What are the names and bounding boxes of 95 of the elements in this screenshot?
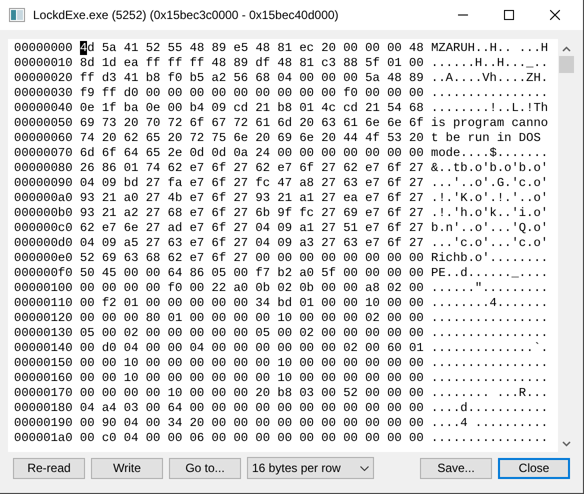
ascii-text: b.n'..o'...'Q.o'	[431, 221, 548, 236]
ascii-text: ....4 ..........	[431, 416, 548, 431]
app-icon	[9, 8, 25, 22]
bytes-per-row-dropdown[interactable]: 16 bytes per row	[247, 457, 374, 479]
ascii-text: t be run in DOS	[431, 131, 542, 146]
offset-text: 00000180	[14, 401, 73, 416]
hex-bytes: 00 00 00 80 01 00 00 00 00 10 00 00 00 02 00 00	[80, 311, 424, 326]
ascii-text: ...'c.o'...'c.o'	[431, 236, 548, 251]
ascii-text: ................	[431, 86, 548, 101]
hex-bytes: 69 73 20 70 72 6f 67 72 61 6d 20 63 61 6e 6e 6f	[80, 116, 424, 131]
dialog-button[interactable]: Close	[498, 458, 570, 478]
scroll-up-icon[interactable]	[562, 46, 571, 52]
hex-bytes: 04 09 a5 27 63 e7 6f 27 04 09 a3 27 63 e7 6f 27	[80, 236, 424, 251]
offset-text: 00000060	[14, 131, 73, 146]
hex-bytes: 04 09 bd 27 fa e7 6f 27 fc 47 a8 27 63 e7 6f 27	[80, 176, 424, 191]
offset-text: 00000110	[14, 296, 73, 311]
hex-bytes: 00 00 10 00 00 00 00 00 00 10 00 00 00 00 00 00	[80, 371, 424, 386]
ascii-text: ................	[431, 311, 548, 326]
dialog-button[interactable]: Save...	[420, 458, 492, 478]
hex-bytes: 00 d0 04 00 00 04 00 00 00 00 00 00 02 00 60 01	[80, 341, 424, 356]
hex-bytes: 62 e7 6e 27 ad e7 6f 27 04 09 a1 27 51 e7 6f 27	[80, 221, 424, 236]
offset-text: 00000140	[14, 341, 73, 356]
hex-bytes: 00 00 00 00 f0 00 22 a0 0b 02 0b 00 00 a8 02 00	[80, 281, 424, 296]
offset-text: 00000160	[14, 371, 73, 386]
hex-bytes: f9 ff d0 00 00 00 00 00 00 00 00 00 f0 00 00 00	[80, 86, 424, 101]
ascii-text: is program canno	[431, 116, 548, 131]
offset-text: 000000e0	[14, 251, 73, 266]
ascii-text: ..............`.	[431, 341, 548, 356]
offset-text: 00000090	[14, 176, 73, 191]
offset-text: 00000100	[14, 281, 73, 296]
maximize-icon[interactable]	[504, 10, 514, 20]
hex-bytes: 00 00 10 00 00 00 00 00 00 10 00 00 00 00 00 00	[80, 356, 424, 371]
toolbar-button[interactable]: Go to...	[169, 458, 241, 478]
offset-text: 00000030	[14, 86, 73, 101]
ascii-text: ................	[431, 326, 548, 341]
hex-bytes: 26 86 01 74 62 e7 6f 27 62 e7 6f 27 62 e7 6f 27	[80, 161, 424, 176]
ascii-text: ......".........	[431, 281, 548, 296]
offset-text: 00000150	[14, 356, 73, 371]
hex-bytes: 05 00 02 00 00 00 00 00 05 00 02 00 00 00 00 00	[80, 326, 424, 341]
hex-bytes: 04 a4 03 00 64 00 00 00 00 00 00 00 00 00 00 00	[80, 401, 424, 416]
scroll-down-icon[interactable]	[562, 441, 571, 447]
offset-text: 00000010	[14, 56, 73, 71]
hex-bytes: 00 00 00 00 10 00 00 00 20 b8 03 00 52 00 00 00	[80, 386, 424, 401]
ascii-text: &..tb.o'b.o'b.o'	[431, 161, 548, 176]
offset-text: 00000040	[14, 101, 73, 116]
ascii-text: PE..d......_....	[431, 266, 548, 281]
offset-text: 00000170	[14, 386, 73, 401]
hex-bytes: 00 c0 04 00 00 06 00 00 00 00 00 00 00 00 00 00	[80, 431, 424, 446]
ascii-text: ........ ...R...	[431, 386, 548, 401]
hex-bytes: 74 20 62 65 20 72 75 6e 20 69 6e 20 44 4f 53 20	[80, 131, 424, 146]
offset-text: 000001a0	[14, 431, 73, 446]
ascii-text: Richb.o'........	[431, 251, 548, 266]
close-icon[interactable]	[550, 10, 560, 20]
toolbar-button[interactable]: Re-read	[13, 458, 85, 478]
hex-bytes: 00 f2 01 00 00 00 00 00 34 bd 01 00 00 10 00 00	[80, 296, 424, 311]
offset-text: 000000f0	[14, 266, 73, 281]
offset-text: 00000070	[14, 146, 73, 161]
offset-text: 00000130	[14, 326, 73, 341]
hex-bytes: 93 21 a2 27 68 e7 6f 27 6b 9f fc 27 69 e7 6f 27	[80, 206, 424, 221]
hex-bytes: ff d3 41 b8 f0 b5 a2 56 68 04 00 00 00 5a 48 89	[80, 71, 424, 86]
offset-text: 00000120	[14, 311, 73, 326]
ascii-text: ........!..L.!Th	[431, 101, 548, 116]
ascii-text: ..A....Vh....ZH.	[431, 71, 548, 86]
offset-text: 00000020	[14, 71, 73, 86]
hex-bytes: 6d 6f 64 65 2e 0d 0d 0a 24 00 00 00 00 00 00 00	[80, 146, 424, 161]
hex-bytes: 00 90 04 00 34 20 00 00 00 00 00 00 00 00 00 00	[80, 416, 424, 431]
hex-bytes: 50 45 00 00 64 86 05 00 f7 b2 a0 5f 00 00 00 00	[80, 266, 424, 281]
ascii-text: ................	[431, 431, 548, 446]
offset-text: 000000b0	[14, 206, 73, 221]
offset-text: 00000190	[14, 416, 73, 431]
offset-text: 00000000	[14, 41, 73, 56]
dropdown-caret-icon	[360, 466, 369, 470]
hex-bytes: 0e 1f ba 0e 00 b4 09 cd 21 b8 01 4c cd 21 54 68	[80, 101, 424, 116]
ascii-text: .!.'K.o'.!.'..o'	[431, 191, 548, 206]
ascii-text: ................	[431, 371, 548, 386]
ascii-text: ................	[431, 356, 548, 371]
ascii-text: ........4.......	[431, 296, 548, 311]
hex-bytes: 4d 5a 41 52 55 48 89 e5 48 81 ec 20 00 00 00 48	[80, 41, 424, 56]
offset-text: 000000c0	[14, 221, 73, 236]
hex-bytes: 93 21 a0 27 4b e7 6f 27 93 21 a1 27 ea e7 6f 27	[80, 191, 424, 206]
toolbar-button[interactable]: Write	[91, 458, 163, 478]
offset-text: 00000050	[14, 116, 73, 131]
ascii-text: mode....$.......	[431, 146, 548, 161]
ascii-text: .!.'h.o'k..'i.o'	[431, 206, 548, 221]
offset-text: 000000d0	[14, 236, 73, 251]
ascii-text: MZARUH..H.. ...H	[431, 41, 548, 56]
hex-bytes: 8d 1d ea ff ff ff 48 89 df 48 81 c3 88 5f 01 00	[80, 56, 424, 71]
ascii-text: ......H..H..._..	[431, 56, 548, 71]
hex-bytes: 52 69 63 68 62 e7 6f 27 00 00 00 00 00 00 00 00	[80, 251, 424, 266]
scroll-thumb[interactable]	[559, 56, 574, 73]
ascii-text: ....d...........	[431, 401, 548, 416]
offset-text: 000000a0	[14, 191, 73, 206]
offset-text: 00000080	[14, 161, 73, 176]
ascii-text: ...'..o'.G.'c.o'	[431, 176, 548, 191]
window-title: LockdExe.exe (5252) (0x15bec3c0000 - 0x15bec40d000)	[33, 7, 339, 24]
